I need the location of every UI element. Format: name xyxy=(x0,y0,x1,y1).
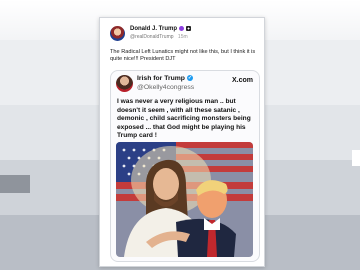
background-accent xyxy=(352,150,360,166)
background-accent xyxy=(0,175,30,193)
quoted-author-name[interactable]: Irish for Trump xyxy=(137,75,185,82)
post-text: The Radical Left Lunatics might not like… xyxy=(110,49,256,62)
platform-badge-icon: ✦ xyxy=(186,26,192,31)
source-label: X.com xyxy=(231,77,253,84)
social-post-panel: Donald J. Trump ✦ @realDonaldTrump 15m Th… xyxy=(99,17,265,267)
post-header: Donald J. Trump ✦ @realDonaldTrump 15m xyxy=(110,26,260,50)
author-avatar[interactable] xyxy=(110,26,125,41)
author-name-row[interactable]: Donald J. Trump ✦ xyxy=(130,26,192,32)
quoted-post-card[interactable]: Irish for Trump ✓ @Okelly4congress X.com … xyxy=(110,70,260,262)
post-time: 15m xyxy=(177,34,188,40)
author-name[interactable]: Donald J. Trump xyxy=(130,26,177,32)
author-handle[interactable]: @realDonaldTrump xyxy=(130,34,174,40)
verified-badge-icon xyxy=(179,26,185,31)
quoted-author-handle[interactable]: @Okelly4congress xyxy=(137,84,194,91)
author-handle-row: @realDonaldTrump 15m xyxy=(130,34,188,40)
image-illustration xyxy=(116,142,253,257)
verified-check-icon: ✓ xyxy=(186,75,193,82)
quoted-post-text: I was never a very religious man .. but … xyxy=(117,98,251,139)
quoted-post-image[interactable] xyxy=(116,142,253,257)
quoted-name-row: Irish for Trump ✓ xyxy=(137,75,193,82)
quoted-author-avatar[interactable] xyxy=(116,75,133,92)
